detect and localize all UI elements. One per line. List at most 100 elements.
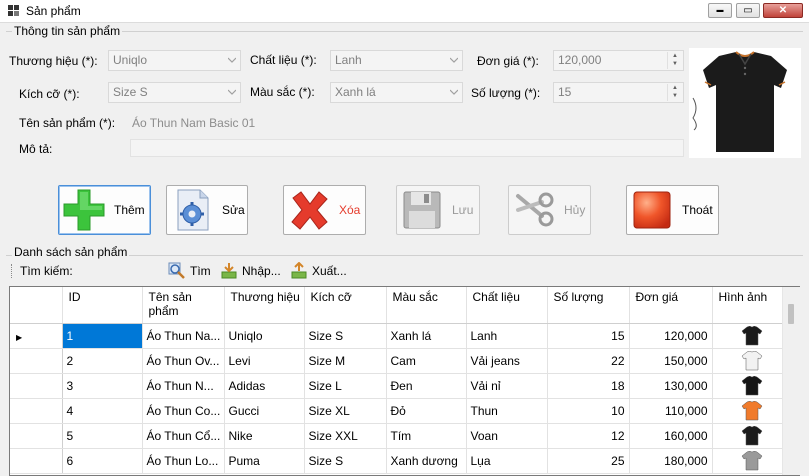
row-header[interactable] <box>10 398 63 424</box>
delete-button[interactable]: Xóa <box>283 185 366 235</box>
cancel-button[interactable]: Hủy <box>508 185 591 235</box>
cell-brand[interactable]: Nike <box>224 423 305 449</box>
vertical-scrollbar[interactable] <box>782 287 800 475</box>
table-row[interactable]: 5 Áo Thun Cổ... Nike Size XXL Tím Voan 12 160,0… <box>10 423 792 449</box>
cell-quantity[interactable]: 25 <box>547 448 630 474</box>
minimize-button[interactable]: ▬ <box>708 3 732 18</box>
spin-down-icon[interactable]: ▼ <box>668 92 682 100</box>
row-header[interactable] <box>10 373 63 399</box>
product-grid[interactable]: ID Tên sản phẩm Thương hiệu Kích cỡ Màu … <box>9 286 800 476</box>
cell-color[interactable]: Tím <box>386 423 467 449</box>
cell-brand[interactable]: Puma <box>224 448 305 474</box>
cell-id[interactable]: 2 <box>62 348 143 374</box>
cell-image[interactable] <box>712 348 792 374</box>
cell-material[interactable]: Voan <box>466 423 548 449</box>
cell-quantity[interactable]: 15 <box>547 323 630 349</box>
row-header[interactable]: ▶ <box>10 323 63 349</box>
scrollbar-thumb[interactable] <box>788 304 794 324</box>
column-header-price[interactable]: Đơn giá <box>629 287 713 324</box>
cell-brand[interactable]: Adidas <box>224 373 305 399</box>
cell-material[interactable]: Vải nỉ <box>466 373 548 399</box>
cell-color[interactable]: Đỏ <box>386 398 467 424</box>
add-button[interactable]: Thêm <box>58 185 151 235</box>
size-combobox[interactable]: Size S <box>108 82 241 103</box>
spin-up-icon[interactable]: ▲ <box>668 52 682 60</box>
cell-brand[interactable]: Levi <box>224 348 305 374</box>
quantity-spinner[interactable]: ▲ ▼ <box>667 84 682 101</box>
spin-down-icon[interactable]: ▼ <box>668 60 682 68</box>
product-image[interactable] <box>689 48 801 158</box>
brand-combobox[interactable]: Uniqlo <box>108 50 241 71</box>
cell-material[interactable]: Vải jeans <box>466 348 548 374</box>
cell-name[interactable]: Áo Thun Cổ... <box>142 423 225 449</box>
cell-id[interactable]: 3 <box>62 373 143 399</box>
cell-image[interactable] <box>712 423 792 449</box>
cell-size[interactable]: Size L <box>304 373 387 399</box>
column-header-material[interactable]: Chất liệu <box>466 287 548 324</box>
cell-price[interactable]: 180,000 <box>629 448 713 474</box>
cell-size[interactable]: Size S <box>304 323 387 349</box>
exit-button[interactable]: Thoát <box>626 185 719 235</box>
column-header-color[interactable]: Màu sắc <box>386 287 467 324</box>
close-button[interactable]: ✕ <box>763 3 803 18</box>
cell-id[interactable]: 5 <box>62 423 143 449</box>
cell-id[interactable]: 4 <box>62 398 143 424</box>
cell-name[interactable]: Áo Thun Na... <box>142 323 225 349</box>
cell-name[interactable]: Áo Thun Ov... <box>142 348 225 374</box>
cell-color[interactable]: Đen <box>386 373 467 399</box>
cell-brand[interactable]: Gucci <box>224 398 305 424</box>
column-header-brand[interactable]: Thương hiệu <box>224 287 305 324</box>
unit-price-spinner[interactable]: ▲ ▼ <box>667 52 682 69</box>
column-header-quantity[interactable]: Số lượng <box>547 287 630 324</box>
search-button[interactable]: Tìm <box>168 262 211 280</box>
cell-size[interactable]: Size M <box>304 348 387 374</box>
cell-price[interactable]: 110,000 <box>629 398 713 424</box>
column-header-id[interactable]: ID <box>62 287 143 324</box>
product-name-input[interactable]: Áo Thun Nam Basic 01 <box>132 116 255 130</box>
row-header[interactable] <box>10 448 63 474</box>
description-input[interactable] <box>130 139 684 157</box>
quantity-input[interactable]: 15 ▲ ▼ <box>553 82 684 103</box>
export-button[interactable]: Xuất... <box>290 262 347 280</box>
cell-quantity[interactable]: 22 <box>547 348 630 374</box>
edit-button[interactable]: Sửa <box>166 185 248 235</box>
maximize-button[interactable]: ▭ <box>736 3 760 18</box>
cell-size[interactable]: Size XXL <box>304 423 387 449</box>
row-header[interactable] <box>10 348 63 374</box>
cell-quantity[interactable]: 10 <box>547 398 630 424</box>
unit-price-input[interactable]: 120,000 ▲ ▼ <box>553 50 684 71</box>
cell-image[interactable] <box>712 448 792 474</box>
cell-id[interactable]: 6 <box>62 448 143 474</box>
cell-color[interactable]: Xanh lá <box>386 323 467 349</box>
import-button[interactable]: Nhập... <box>220 262 281 280</box>
cell-id[interactable]: 1 <box>62 323 143 349</box>
cell-material[interactable]: Lanh <box>466 323 548 349</box>
cell-price[interactable]: 150,000 <box>629 348 713 374</box>
cell-color[interactable]: Cam <box>386 348 467 374</box>
table-row[interactable]: 3 Áo Thun N... Adidas Size L Đen Vải nỉ 18 130,… <box>10 373 792 399</box>
cell-brand[interactable]: Uniqlo <box>224 323 305 349</box>
row-header-corner[interactable] <box>10 287 63 324</box>
table-row[interactable]: 2 Áo Thun Ov... Levi Size M Cam Vải jeans 22 15… <box>10 348 792 374</box>
row-header[interactable] <box>10 423 63 449</box>
cell-size[interactable]: Size XL <box>304 398 387 424</box>
column-header-size[interactable]: Kích cỡ <box>304 287 387 324</box>
toolbar-grip[interactable] <box>11 264 14 278</box>
cell-quantity[interactable]: 18 <box>547 373 630 399</box>
cell-name[interactable]: Áo Thun N... <box>142 373 225 399</box>
cell-material[interactable]: Lụa <box>466 448 548 474</box>
table-row[interactable]: 6 Áo Thun Lo... Puma Size S Xanh dương Lụa 25 1… <box>10 448 792 474</box>
table-row[interactable]: 4 Áo Thun Co... Gucci Size XL Đỏ Thun 10 110,00… <box>10 398 792 424</box>
table-row[interactable]: ▶ 1 Áo Thun Na... Uniqlo Size S Xanh lá Lanh 15… <box>10 323 792 349</box>
cell-price[interactable]: 130,000 <box>629 373 713 399</box>
cell-image[interactable] <box>712 398 792 424</box>
cell-price[interactable]: 160,000 <box>629 423 713 449</box>
cell-price[interactable]: 120,000 <box>629 323 713 349</box>
cell-name[interactable]: Áo Thun Lo... <box>142 448 225 474</box>
cell-material[interactable]: Thun <box>466 398 548 424</box>
spin-up-icon[interactable]: ▲ <box>668 84 682 92</box>
color-combobox[interactable]: Xanh lá <box>330 82 463 103</box>
cell-size[interactable]: Size S <box>304 448 387 474</box>
material-combobox[interactable]: Lanh <box>330 50 463 71</box>
cell-image[interactable] <box>712 373 792 399</box>
